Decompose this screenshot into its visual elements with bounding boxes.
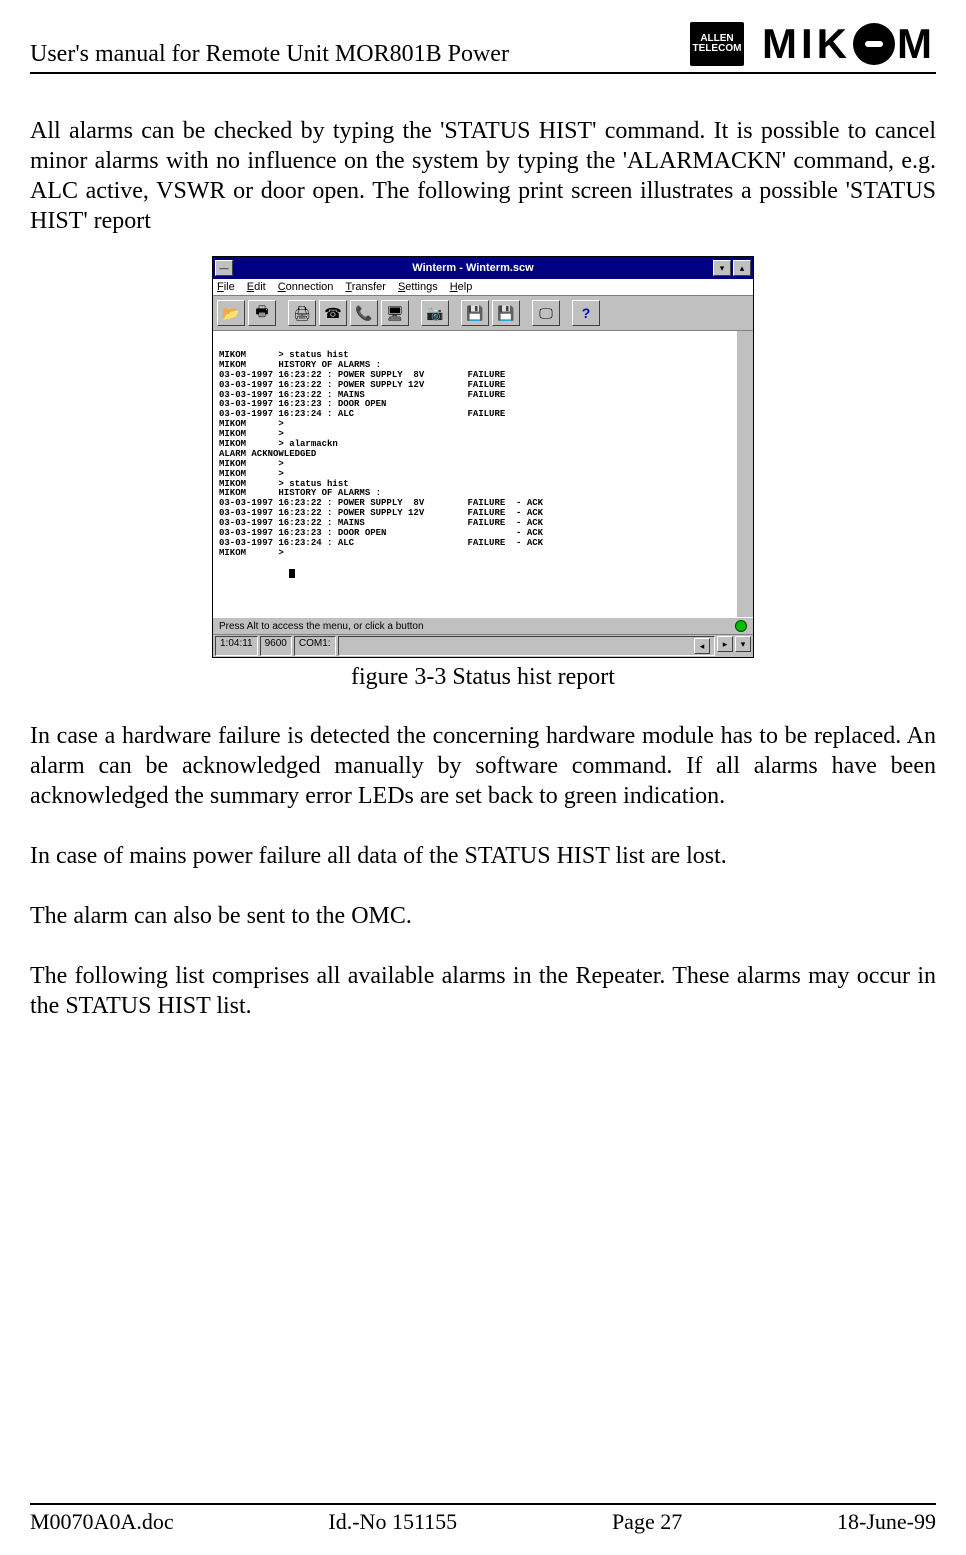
system-menu-icon[interactable]: — xyxy=(215,260,233,276)
window-titlebar[interactable]: — Winterm - Winterm.scw ▾ ▴ xyxy=(213,257,753,279)
terminal-line: MIKOM > alarmackn xyxy=(219,439,338,449)
mikom-logo-post: M xyxy=(897,20,936,68)
footer-page: Page 27 xyxy=(612,1509,682,1535)
mikom-logo-disc-icon xyxy=(853,23,895,65)
terminal-line: 03-03-1997 16:23:22 : POWER SUPPLY 8V FA… xyxy=(219,498,543,508)
status-baud: 9600 xyxy=(260,636,292,656)
paragraph-2: In case a hardware failure is detected t… xyxy=(30,721,936,811)
minimize-button[interactable]: ▾ xyxy=(713,260,731,276)
paragraph-1: All alarms can be checked by typing the … xyxy=(30,116,936,236)
terminal-line: 03-03-1997 16:23:24 : ALC FAILURE - ACK xyxy=(219,538,543,548)
menu-bar: File Edit Connection Transfer Settings H… xyxy=(213,279,753,296)
display-icon[interactable]: 🖵 xyxy=(532,300,560,326)
terminal-line: 03-03-1997 16:23:22 : POWER SUPPLY 12V F… xyxy=(219,508,543,518)
horizontal-scrollbar[interactable]: ◂ xyxy=(338,636,715,656)
terminal-line: 03-03-1997 16:23:24 : ALC FAILURE xyxy=(219,409,505,419)
menu-transfer[interactable]: Transfer xyxy=(345,281,386,293)
terminal-line: 03-03-1997 16:23:22 : POWER SUPPLY 8V FA… xyxy=(219,370,505,380)
terminal-line: MIKOM > xyxy=(219,459,284,469)
save-icon[interactable]: 💾 xyxy=(461,300,489,326)
open-icon[interactable]: 📂 xyxy=(217,300,245,326)
winterm-window: — Winterm - Winterm.scw ▾ ▴ File Edit Co… xyxy=(212,256,754,658)
screenshot-figure: — Winterm - Winterm.scw ▾ ▴ File Edit Co… xyxy=(30,256,936,658)
paragraph-3: In case of mains power failure all data … xyxy=(30,841,936,871)
paragraph-5: The following list comprises all availab… xyxy=(30,961,936,1021)
mikom-logo-pre: MIK xyxy=(762,20,851,68)
menu-file[interactable]: File xyxy=(217,281,235,293)
terminal-line: MIKOM > xyxy=(219,548,284,558)
page-footer: M0070A0A.doc Id.-No 151155 Page 27 18-Ju… xyxy=(30,1503,936,1535)
menu-connection[interactable]: Connection xyxy=(278,281,334,293)
terminal-line: MIKOM > xyxy=(219,419,284,429)
terminal-line: MIKOM > status hist xyxy=(219,350,349,360)
maximize-button[interactable]: ▴ xyxy=(733,260,751,276)
phone-icon[interactable]: ☎ xyxy=(319,300,347,326)
save2-icon[interactable]: 💾 xyxy=(492,300,520,326)
menu-settings[interactable]: Settings xyxy=(398,281,438,293)
terminal-line: MIKOM > xyxy=(219,429,284,439)
terminal-line: 03-03-1997 16:23:23 : DOOR OPEN - ACK xyxy=(219,528,543,538)
help-icon[interactable]: ? xyxy=(572,300,600,326)
menu-edit[interactable]: Edit xyxy=(247,281,266,293)
terminal-line: 03-03-1997 16:23:22 : POWER SUPPLY 12V F… xyxy=(219,380,505,390)
figure-caption: figure 3-3 Status hist report xyxy=(30,664,936,691)
scroll-down-icon[interactable]: ▾ xyxy=(735,636,751,652)
footer-id: Id.-No 151155 xyxy=(328,1509,457,1535)
scroll-left-icon[interactable]: ◂ xyxy=(694,638,710,654)
allen-telecom-logo: ALLEN TELECOM xyxy=(690,22,744,66)
terminal-line: 03-03-1997 16:23:23 : DOOR OPEN xyxy=(219,399,386,409)
window-control-buttons: ▾ ▴ xyxy=(713,260,751,276)
hint-text: Press Alt to access the menu, or click a… xyxy=(219,621,424,632)
terminal-line: ALARM ACKNOWLEDGED xyxy=(219,449,316,459)
page-header: User's manual for Remote Unit MOR801B Po… xyxy=(30,20,936,74)
status-time: 1:04:11 xyxy=(215,636,258,656)
terminal-output[interactable]: MIKOM > status hist MIKOM HISTORY OF ALA… xyxy=(213,331,753,617)
window-title: Winterm - Winterm.scw xyxy=(233,262,713,274)
modem-icon[interactable]: 🖥 xyxy=(381,300,409,326)
camera-icon[interactable]: 📷 xyxy=(421,300,449,326)
allen-logo-line2: TELECOM xyxy=(693,44,742,55)
terminal-line: 03-03-1997 16:23:22 : MAINS FAILURE xyxy=(219,390,505,400)
page-content: All alarms can be checked by typing the … xyxy=(30,74,936,1503)
terminal-line: MIKOM HISTORY OF ALARMS : xyxy=(219,360,381,370)
hint-bar: Press Alt to access the menu, or click a… xyxy=(213,617,753,634)
cursor-icon xyxy=(289,569,295,578)
toolbar: 📂 🖶 🖨 ☎ 📞 🖥 📷 💾 💾 🖵 ? xyxy=(213,296,753,331)
scroll-right-icon[interactable]: ▸ xyxy=(717,636,733,652)
footer-date: 18-June-99 xyxy=(837,1509,936,1535)
header-title: User's manual for Remote Unit MOR801B Po… xyxy=(30,41,509,68)
terminal-line: MIKOM > status hist xyxy=(219,479,349,489)
status-port: COM1: xyxy=(294,636,336,656)
paragraph-4: The alarm can also be sent to the OMC. xyxy=(30,901,936,931)
footer-filename: M0070A0A.doc xyxy=(30,1509,174,1535)
printer2-icon[interactable]: 🖨 xyxy=(288,300,316,326)
mikom-logo: MIK M xyxy=(762,20,936,68)
status-led-icon xyxy=(735,620,747,632)
status-bar: 1:04:11 9600 COM1: ◂ ▸ ▾ xyxy=(213,634,753,657)
menu-help[interactable]: Help xyxy=(450,281,473,293)
terminal-line: 03-03-1997 16:23:22 : MAINS FAILURE - AC… xyxy=(219,518,543,528)
terminal-line: MIKOM > xyxy=(219,469,284,479)
header-logos: ALLEN TELECOM MIK M xyxy=(690,20,936,68)
print-icon[interactable]: 🖶 xyxy=(248,300,276,326)
terminal-line: MIKOM HISTORY OF ALARMS : xyxy=(219,488,381,498)
phone-down-icon[interactable]: 📞 xyxy=(350,300,378,326)
